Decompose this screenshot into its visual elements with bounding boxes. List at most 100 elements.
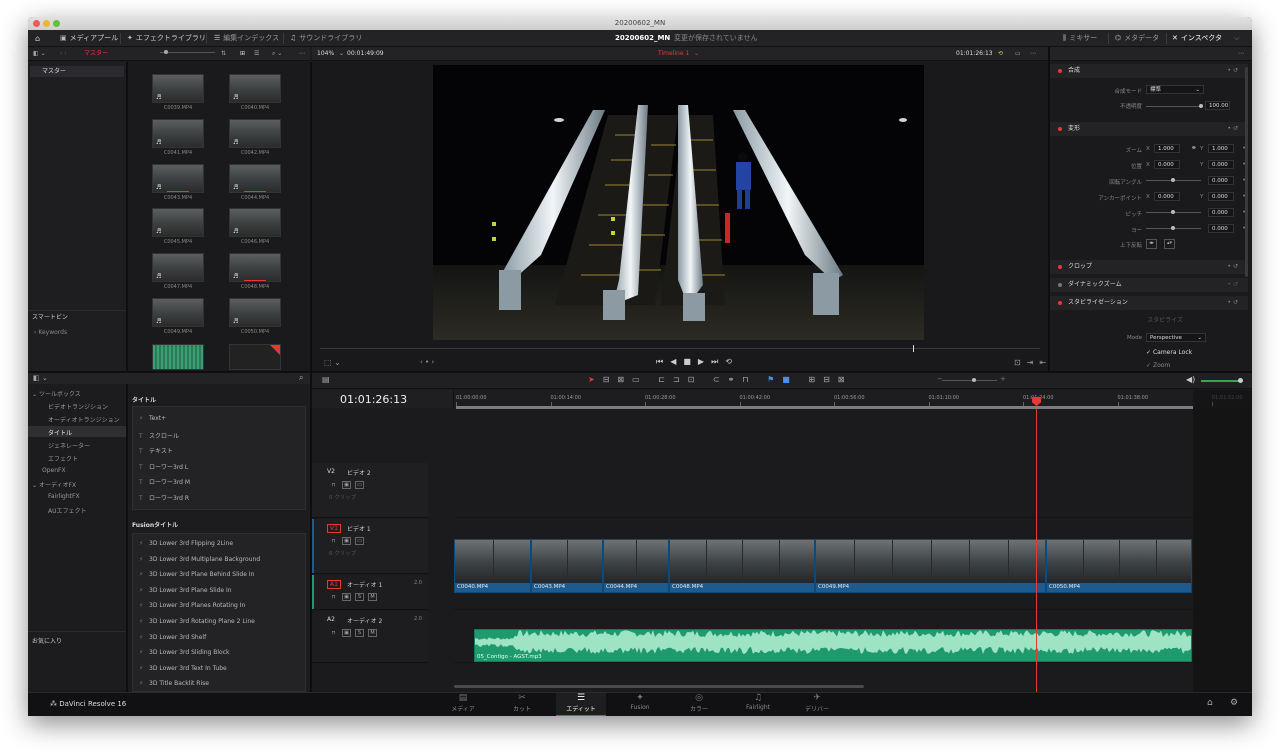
video-clip[interactable]: C0043.MP4	[531, 539, 603, 593]
viewer-zoom[interactable]: 104%	[317, 47, 334, 61]
zoom-custom-icon[interactable]: ⊠	[838, 375, 853, 384]
clip-thumbnail[interactable]: ♬	[229, 208, 281, 237]
zoom-out-icon[interactable]: −	[937, 375, 943, 383]
clip-thumbnail[interactable]: ♬	[229, 298, 281, 327]
timeline-zoom-knob[interactable]	[972, 378, 976, 382]
timeline-overview-bar[interactable]	[456, 406, 1193, 409]
fusion-title-item[interactable]: ⚡ 3D Lower 3rd Shelf	[139, 634, 206, 641]
minimize-window-button[interactable]	[43, 20, 50, 27]
overwrite-clip-icon[interactable]: ⊐	[673, 375, 688, 384]
composite-section[interactable]: 合成 • ↺	[1050, 64, 1248, 78]
value-field[interactable]: 0.000	[1208, 224, 1234, 233]
link-icon[interactable]: ⚭	[1191, 144, 1197, 152]
dual-viewer-icon[interactable]: ▭	[1015, 47, 1021, 61]
fusion-title-item[interactable]: ⚡ 3D Lower 3rd Plane Slide In	[139, 587, 232, 594]
panel-toggle-icon[interactable]: ◧ ⌄	[33, 374, 48, 382]
toolbox-category[interactable]: ⌄ ツールボックス	[32, 389, 81, 398]
composite-mode-select[interactable]: 標準 ⌄	[1146, 85, 1204, 94]
flip-vertical-icon[interactable]: ▴▾	[1164, 239, 1175, 249]
sort-icon[interactable]: ⇅	[221, 47, 226, 61]
color-page-tab[interactable]: ◎ カラー	[674, 693, 724, 713]
title-template-item[interactable]: T ローワー3rd M	[139, 477, 190, 486]
generators-item[interactable]: ジェネレーター	[48, 441, 90, 450]
audiofx-category[interactable]: ⌄ オーディオFX	[32, 480, 76, 489]
auto-select-icon[interactable]: ▣	[342, 629, 351, 637]
mixer-button[interactable]: ⫼ ミキサー	[1063, 30, 1097, 47]
opacity-slider[interactable]	[1146, 106, 1201, 107]
fusion-title-item[interactable]: ⚡ 3D Lower 3rd Text In Tube	[139, 665, 227, 672]
replace-clip-icon[interactable]: ⊡	[688, 375, 703, 384]
match-frame-icon[interactable]: ⊡	[1014, 358, 1027, 367]
go-to-start-icon[interactable]: ⏮	[656, 357, 670, 366]
audio-thumbnail[interactable]	[152, 344, 204, 370]
sound-library-button[interactable]: ♫ サウンドライブラリ	[290, 30, 362, 47]
x-value-field[interactable]: 1.000	[1154, 144, 1180, 153]
video-transitions-item[interactable]: ビデオトランジション	[48, 402, 108, 411]
title-thumbnail[interactable]	[229, 344, 281, 370]
track-enable-icon[interactable]: ▭	[355, 481, 364, 489]
zoom-chevron-icon[interactable]: ⌄	[339, 47, 344, 61]
title-template-item[interactable]: T スクロール	[139, 431, 179, 440]
edit-page-tab[interactable]: ☰ エディット	[556, 693, 606, 716]
auto-select-icon[interactable]: ▣	[342, 481, 351, 489]
media-pool-button[interactable]: ▣ メディアプール	[60, 30, 118, 47]
fusion-title-item[interactable]: ⚡ 3D Lower 3rd Rotating Plane 2 Line	[139, 618, 255, 625]
prev-edit-icon[interactable]: ⇤	[1039, 358, 1048, 367]
expand-icon[interactable]: ⌵	[1234, 30, 1239, 47]
search-icon[interactable]: ⌕	[299, 373, 303, 383]
zoom-window-button[interactable]	[53, 20, 60, 27]
sync-icon[interactable]: ⟲	[998, 47, 1003, 61]
value-slider-knob[interactable]	[1171, 226, 1175, 230]
title-template-item[interactable]: ⚡ Text+	[139, 415, 166, 422]
cut-page-tab[interactable]: ✂ カット	[497, 693, 547, 713]
list-view-icon[interactable]: ☰	[254, 47, 259, 61]
mute-button[interactable]: M	[368, 593, 377, 601]
opacity-slider-knob[interactable]	[1199, 104, 1203, 108]
insert-clip-icon[interactable]: ⊏	[658, 375, 673, 384]
fairlight-page-tab[interactable]: ♫ Fairlight	[733, 693, 783, 711]
clip-thumbnail[interactable]: ♬	[152, 253, 204, 282]
timeline-playhead[interactable]	[1036, 409, 1037, 692]
fusion-title-item[interactable]: ⚡ 3D Lower 3rd Sliding Block	[139, 649, 229, 656]
clip-thumbnail[interactable]: ♬	[229, 119, 281, 148]
title-template-item[interactable]: T ローワー3rd R	[139, 493, 189, 502]
fusion-title-item[interactable]: ⚡ 3D Lower 3rd Planes Rotating In	[139, 602, 245, 609]
video-clip[interactable]: C0044.MP4	[603, 539, 669, 593]
clip-thumbnail[interactable]: ♬	[152, 164, 204, 193]
timeline-scrollbar[interactable]	[454, 685, 864, 688]
clip-thumbnail[interactable]: ♬	[152, 298, 204, 327]
timeline-view-icon[interactable]: ▤	[322, 375, 330, 384]
y-value-field[interactable]: 1.000	[1208, 144, 1234, 153]
play-icon[interactable]: ▶	[698, 357, 711, 366]
solo-button[interactable]: S	[355, 629, 364, 637]
trim-tool-icon[interactable]: ⊟	[603, 375, 618, 384]
flag-icon[interactable]: ⚑	[767, 375, 782, 384]
master-bin[interactable]: マスター	[30, 66, 124, 77]
timeline-chevron-icon[interactable]: ⌄	[694, 47, 699, 61]
track-lock-icon[interactable]: ⊓	[329, 630, 338, 638]
title-template-item[interactable]: T テキスト	[139, 446, 173, 455]
stabilization-section[interactable]: スタビライゼーション • ↺	[1050, 296, 1248, 310]
go-to-end-icon[interactable]: ⏭	[711, 357, 725, 366]
panel-toggle-icon[interactable]: ◧ ⌄	[33, 47, 46, 61]
video-frame[interactable]	[433, 65, 924, 340]
track-enable-icon[interactable]: ▭	[355, 537, 364, 545]
timeline-ruler[interactable]: 01:00:00:00 01:00:14:00 01:00:28:00 01:00:4…	[454, 390, 1252, 407]
stabilization-mode-select[interactable]: Perspective ⌄	[1146, 333, 1206, 342]
fusion-title-item[interactable]: ⚡ 3D Lower 3rd Plane Behind Slide In	[139, 571, 254, 578]
titles-item[interactable]: タイトル	[48, 428, 72, 437]
master-volume-knob[interactable]	[1238, 378, 1243, 383]
zoom-detail-icon[interactable]: ⊟	[823, 375, 838, 384]
x-value-field[interactable]: 0.000	[1154, 160, 1180, 169]
camera-lock-checkbox[interactable]: ✓ Camera Lock	[1146, 349, 1192, 356]
nav-back-icon[interactable]: ‹ ›	[60, 47, 67, 61]
more-options-icon[interactable]: ⋯	[299, 47, 305, 61]
selection-tool-icon[interactable]: ➤	[588, 375, 603, 384]
inspector-scrollbar[interactable]	[1245, 67, 1248, 277]
viewer-mode-icon[interactable]: ⬚ ⌄	[324, 358, 341, 367]
grid-view-icon[interactable]: ⊞	[240, 47, 245, 61]
zoom-in-icon[interactable]: +	[1000, 375, 1006, 383]
video-clip[interactable]: C0050.MP4	[1046, 539, 1192, 593]
clip-thumbnail[interactable]: ♬	[229, 74, 281, 103]
auto-select-icon[interactable]: ▣	[342, 593, 351, 601]
